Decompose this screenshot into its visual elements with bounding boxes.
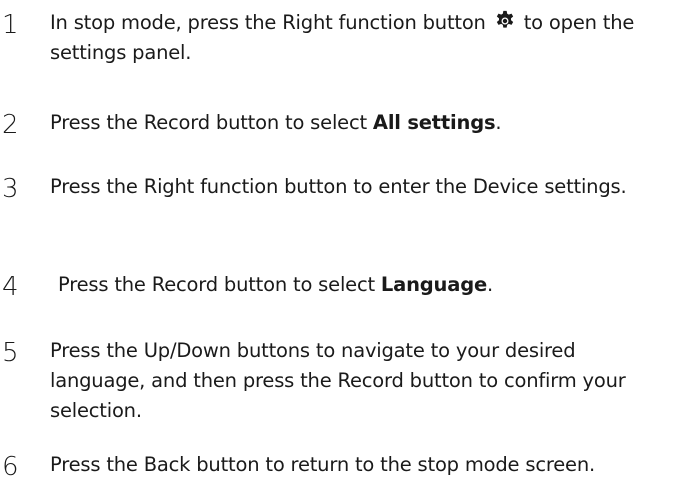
step-text-before: In stop mode, press the Right function b…	[50, 11, 486, 34]
step-number: 4	[2, 272, 19, 302]
step-bold-term: Language	[380, 273, 487, 296]
step-number: 1	[2, 10, 19, 40]
step-text: Press the Record button to select Langua…	[58, 270, 673, 300]
step-number: 6	[2, 452, 19, 482]
step-number: 2	[2, 110, 19, 140]
instruction-steps: 1 In stop mode, press the Right function…	[0, 0, 680, 485]
step-text: Press the Back button to return to the s…	[50, 453, 595, 476]
step-text-before: Press the Record button to select	[58, 273, 381, 296]
gear-icon	[494, 10, 516, 32]
step-text: Press the Right function button to enter…	[50, 175, 627, 198]
step-text-after: .	[495, 111, 502, 134]
step-text-before: Press the Record button to select	[50, 111, 373, 134]
step-number: 3	[2, 174, 19, 204]
step-text: Press the Record button to select All se…	[50, 108, 665, 138]
step-number: 5	[2, 338, 19, 368]
step-text-after: .	[486, 273, 493, 296]
step-bold-term: All settings	[372, 111, 496, 134]
step-text: In stop mode, press the Right function b…	[50, 8, 665, 68]
step-text: Press the Up/Down buttons to navigate to…	[50, 339, 626, 422]
